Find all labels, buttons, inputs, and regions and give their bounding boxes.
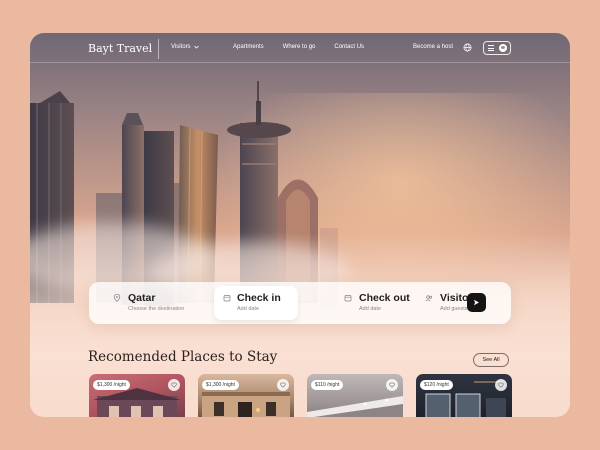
- visitors-dropdown[interactable]: Visitors: [171, 44, 199, 50]
- price-badge: $110 /night: [311, 380, 344, 390]
- check-in-hint: Add date: [237, 306, 260, 312]
- destination-field[interactable]: Qatar Choose the destination: [89, 282, 211, 324]
- become-host-link[interactable]: Become a host: [413, 44, 453, 50]
- check-out-hint: Add date: [359, 306, 382, 312]
- favorite-button[interactable]: [386, 379, 398, 391]
- place-card[interactable]: $120 /night: [416, 374, 512, 417]
- account-menu-button[interactable]: [483, 41, 511, 55]
- nav-divider: [158, 39, 159, 59]
- location-pin-icon: [113, 294, 121, 302]
- check-in-label: Check in: [237, 292, 281, 304]
- check-in-field[interactable]: Check in Add date: [214, 286, 298, 320]
- price-badge: $1,300 /night: [93, 380, 130, 390]
- favorite-button[interactable]: [277, 379, 289, 391]
- top-navigation: Bayt Travel Visitors Apartments Where to…: [30, 33, 570, 63]
- calendar-icon: [344, 295, 352, 302]
- search-bar: Qatar Choose the destination Check in Ad…: [89, 282, 511, 324]
- see-all-button[interactable]: See All: [473, 353, 509, 367]
- check-out-field[interactable]: Check out Add date: [311, 282, 410, 324]
- visitors-label: Visitors: [171, 44, 191, 50]
- globe-icon[interactable]: [463, 43, 472, 52]
- favorite-button[interactable]: [495, 379, 507, 391]
- heart-icon: [280, 382, 286, 388]
- brand-logo[interactable]: Bayt Travel: [88, 42, 152, 55]
- favorite-button[interactable]: [168, 379, 180, 391]
- user-avatar-icon: [499, 44, 507, 52]
- destination-value: Qatar: [128, 292, 156, 304]
- send-arrow-icon: [474, 299, 479, 306]
- destination-hint: Choose the destination: [128, 306, 185, 312]
- nav-link-where-to-go[interactable]: Where to go: [283, 44, 316, 50]
- app-window: Bayt Travel Visitors Apartments Where to…: [30, 33, 570, 417]
- place-card[interactable]: $1,300 /night: [198, 374, 294, 417]
- section-title: Recomended Places to Stay: [88, 349, 278, 365]
- check-out-label: Check out: [359, 292, 410, 304]
- place-card[interactable]: $110 /night: [307, 374, 403, 417]
- search-submit-button[interactable]: [467, 293, 486, 312]
- guests-icon: [425, 295, 433, 302]
- nav-links: Apartments Where to go Contact Us: [233, 44, 364, 50]
- nav-link-apartments[interactable]: Apartments: [233, 44, 264, 50]
- heart-icon: [389, 382, 395, 388]
- chevron-down-icon: [193, 45, 199, 49]
- visitors-hint: Add guests: [440, 306, 468, 312]
- price-badge: $1,300 /night: [202, 380, 239, 390]
- visitors-field[interactable]: Visitors Add guests: [419, 282, 478, 324]
- price-badge: $120 /night: [420, 380, 453, 390]
- place-card[interactable]: $1,300 /night: [89, 374, 185, 417]
- nav-link-contact-us[interactable]: Contact Us: [334, 44, 364, 50]
- menu-icon: [488, 45, 494, 51]
- heart-icon: [498, 382, 504, 388]
- heart-icon: [171, 382, 177, 388]
- calendar-icon: [223, 295, 231, 302]
